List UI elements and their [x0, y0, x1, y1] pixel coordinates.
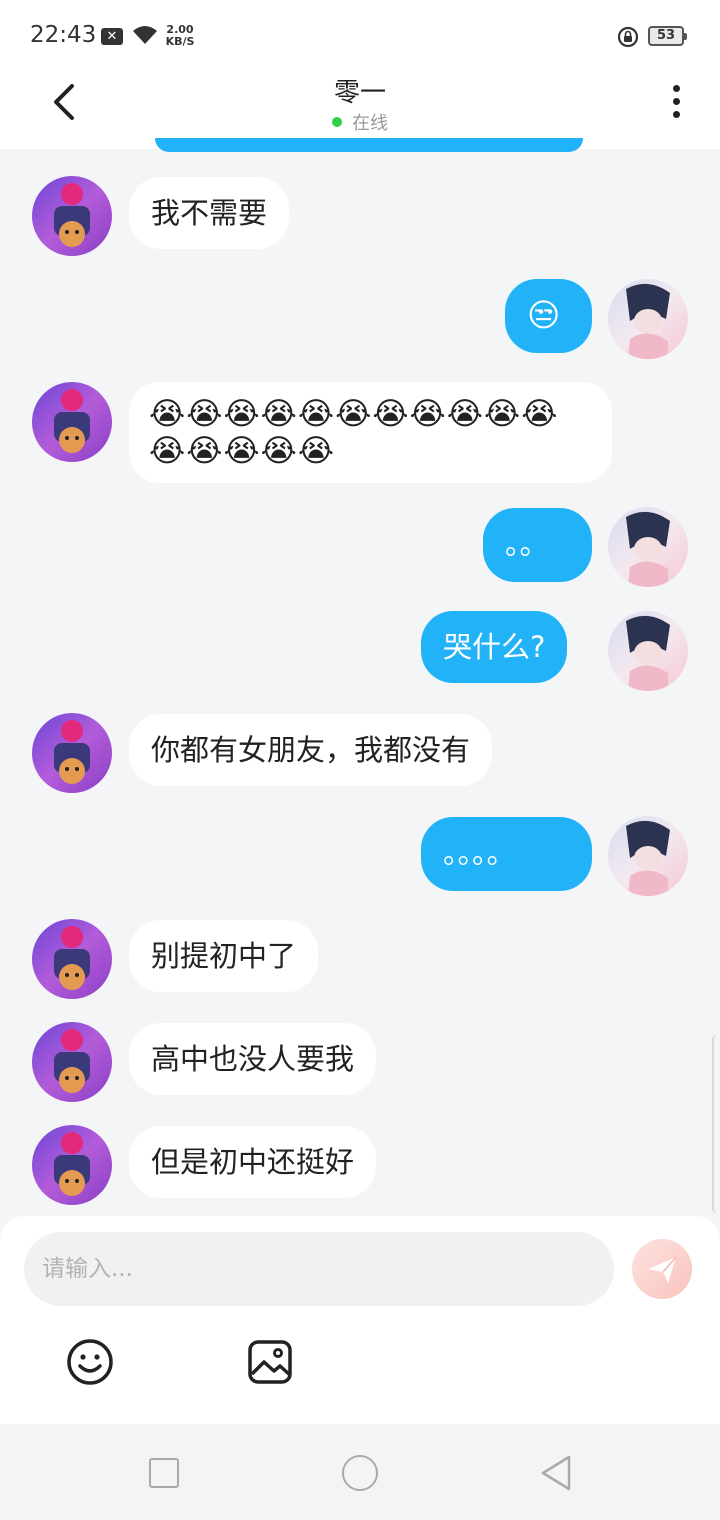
contact-avatar[interactable] — [32, 713, 112, 793]
status-time: 22:43 — [30, 22, 97, 48]
recents-square-icon[interactable] — [149, 1458, 179, 1488]
online-status: 在线 — [0, 109, 720, 135]
message-bubble-incoming[interactable]: 别提初中了 — [129, 920, 319, 992]
scrollbar[interactable] — [712, 1034, 720, 1214]
message-bubble-incoming[interactable]: 我不需要 — [129, 177, 290, 249]
message-input[interactable] — [24, 1232, 614, 1306]
contact-avatar[interactable] — [32, 919, 112, 999]
contact-avatar[interactable] — [32, 1022, 112, 1102]
message-bubble-incoming[interactable]: 但是初中还挺好 — [129, 1126, 377, 1198]
contact-name: 零一 — [333, 78, 386, 108]
network-speed-unit: KB/S — [165, 35, 195, 48]
my-avatar[interactable] — [608, 507, 688, 587]
online-dot-icon — [332, 117, 342, 127]
send-plane-icon — [648, 1256, 677, 1283]
message-bubble-outgoing[interactable]: 哭什么? — [421, 611, 568, 683]
back-triangle-icon[interactable] — [538, 1453, 574, 1493]
contact-avatar[interactable] — [32, 382, 112, 462]
image-icon[interactable] — [246, 1338, 294, 1386]
status-bar: 22:43 ✕ 2.00 KB/S 53 — [0, 0, 720, 72]
system-nav-bar — [0, 1424, 720, 1520]
composer-panel — [0, 1216, 720, 1424]
online-status-label: 在线 — [352, 113, 388, 134]
send-button[interactable] — [632, 1239, 692, 1299]
home-circle-icon[interactable] — [342, 1455, 378, 1491]
message-bubble-outgoing[interactable]: 。。。。 — [421, 817, 592, 891]
my-avatar[interactable] — [608, 279, 688, 359]
wifi-icon — [133, 26, 157, 44]
battery-indicator: 53 — [648, 26, 687, 46]
rotation-lock-icon — [617, 26, 639, 48]
contact-avatar[interactable] — [32, 1125, 112, 1205]
notification-x-icon: ✕ — [101, 28, 123, 45]
network-speed: 2.00 KB/S — [163, 24, 197, 48]
message-bubble-incoming[interactable]: 高中也没人要我 — [129, 1023, 377, 1095]
emoji-icon[interactable] — [66, 1338, 114, 1386]
partial-message-bubble — [155, 138, 583, 152]
contact-avatar[interactable] — [32, 176, 112, 256]
message-bubble-outgoing[interactable]: 。。 — [483, 508, 592, 582]
message-bubble-outgoing[interactable]: 😒 — [505, 279, 592, 353]
more-options-icon[interactable] — [664, 82, 688, 122]
my-avatar[interactable] — [608, 611, 688, 691]
message-bubble-incoming[interactable]: 你都有女朋友，我都没有 — [129, 714, 493, 786]
my-avatar[interactable] — [608, 816, 688, 896]
message-bubble-incoming[interactable]: 😭😭😭😭😭😭😭😭😭😭😭😭😭😭😭😭 — [129, 382, 612, 483]
